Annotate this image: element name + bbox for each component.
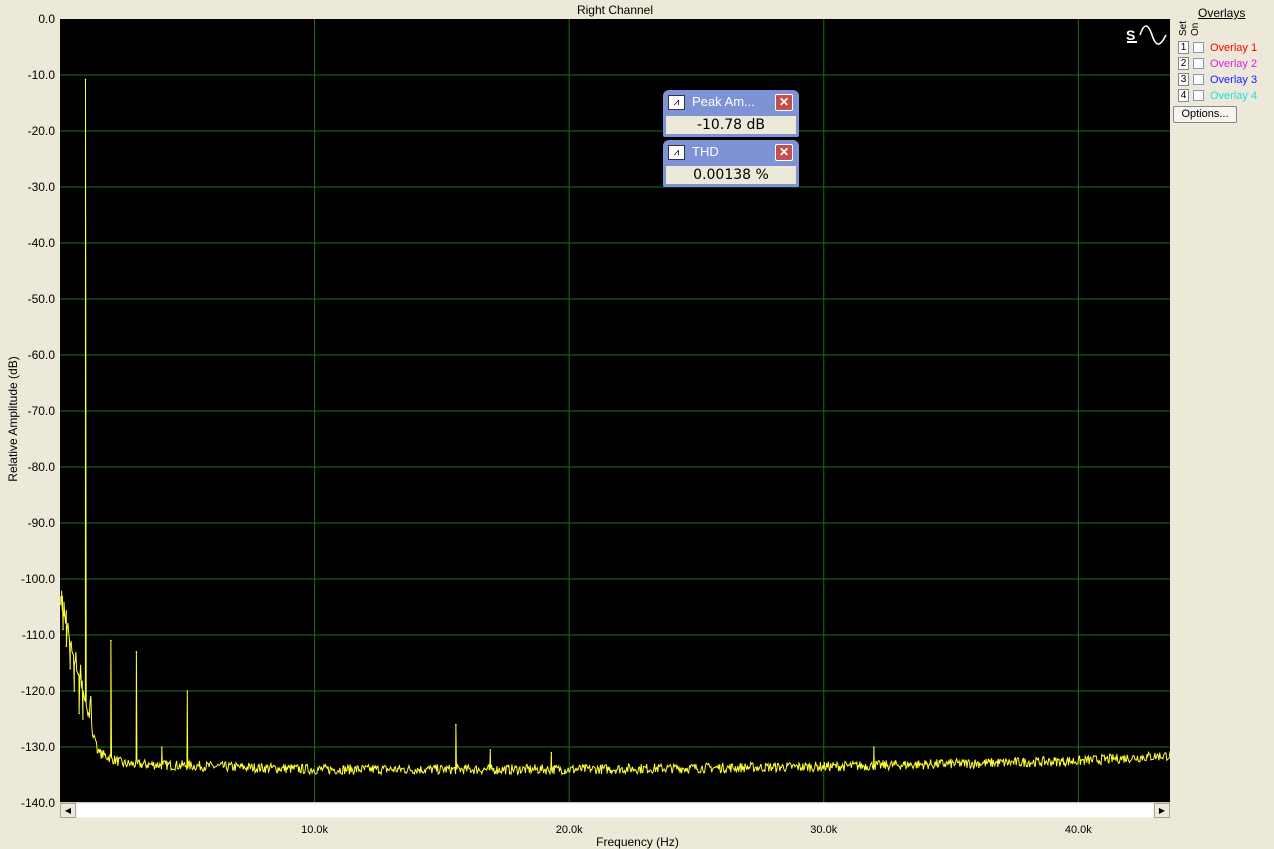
peak-point (60, 600, 63, 603)
thd-meter[interactable]: ⩘ THD ✕ 0.00138 % (663, 140, 799, 187)
peak-point (65, 645, 68, 647)
peak-point (62, 628, 64, 631)
y-tick-label: -100.0 (21, 572, 55, 586)
svg-text:S: S (1126, 27, 1135, 43)
peak-point (69, 667, 71, 670)
peak-point (110, 639, 112, 642)
horizontal-scrollbar[interactable]: ◀ ▶ (60, 802, 1170, 818)
overlay-row-4: 4 Overlay 4 (1178, 89, 1268, 103)
peak-point (78, 712, 80, 715)
y-tick-label: -80.0 (28, 460, 56, 474)
y-tick-labels: 0.0 -10.0 -20.0 -30.0 -40.0 -50.0 -60.0 -70.0 -8… (21, 12, 55, 810)
overlay-label: Overlay 3 (1210, 74, 1258, 86)
x-tick-label: 20.0k (556, 824, 583, 836)
overlay-label: Overlay 4 (1210, 90, 1258, 102)
overlay-on-checkbox[interactable] (1193, 42, 1204, 53)
x-tick-labels: 10.0k 20.0k 30.0k 40.0k (301, 824, 1092, 836)
peak-point (84, 78, 87, 81)
overlay-on-checkbox[interactable] (1193, 90, 1204, 101)
scroll-thumb[interactable] (77, 804, 1153, 817)
overlay-label: Overlay 1 (1210, 42, 1258, 54)
close-icon[interactable]: ✕ (775, 94, 793, 111)
overlay-row-1: 1 Overlay 1 (1178, 41, 1268, 55)
y-tick-label: -130.0 (21, 740, 55, 754)
overlay-label: Overlay 2 (1210, 58, 1258, 70)
waveform-icon: ⩘ (668, 145, 685, 160)
y-tick-label: -110.0 (22, 628, 55, 642)
x-tick-label: 10.0k (301, 824, 328, 836)
y-tick-label: -140.0 (21, 796, 55, 810)
y-tick-label: -40.0 (28, 236, 56, 250)
y-tick-label: -90.0 (28, 516, 56, 530)
overlay-row-3: 3 Overlay 3 (1178, 73, 1268, 87)
meter-title: THD (692, 144, 719, 159)
set-column-label: Set (1178, 20, 1189, 36)
overlay-on-checkbox[interactable] (1193, 58, 1204, 69)
overlay-set-button[interactable]: 2 (1178, 57, 1189, 70)
overlays-title: Overlays (1198, 6, 1246, 20)
y-tick-label: -10.0 (28, 68, 56, 82)
spectrum-chart[interactable]: 0.0 -10.0 -20.0 -30.0 -40.0 -50.0 -60.0 -70.0 -8… (0, 0, 1274, 849)
y-tick-label: -30.0 (28, 180, 56, 194)
overlay-set-button[interactable]: 1 (1178, 41, 1189, 54)
y-tick-label: -50.0 (28, 292, 56, 306)
peak-point (161, 746, 163, 748)
peak-point (873, 746, 875, 748)
overlay-set-button[interactable]: 4 (1178, 89, 1189, 102)
overlay-on-checkbox[interactable] (1193, 74, 1204, 85)
meter-value: -10.78 dB (666, 116, 796, 134)
peak-point (73, 690, 76, 692)
overlay-set-button[interactable]: 3 (1178, 73, 1189, 86)
peak-amplitude-meter[interactable]: ⩘ Peak Am... ✕ -10.78 dB (663, 90, 799, 137)
peak-point (550, 751, 553, 754)
x-tick-label: 40.0k (1065, 824, 1092, 836)
peak-point (135, 651, 138, 653)
peak-point (186, 690, 189, 692)
peak-point (489, 749, 492, 751)
x-tick-label: 30.0k (810, 824, 837, 836)
options-button[interactable]: Options... (1173, 106, 1237, 123)
peak-point (82, 718, 84, 720)
sine-wave-icon[interactable]: S (1126, 23, 1168, 47)
scroll-right-button[interactable]: ▶ (1154, 803, 1170, 818)
peak-point (455, 723, 457, 726)
close-icon[interactable]: ✕ (775, 144, 793, 161)
overlay-row-2: 2 Overlay 2 (1178, 57, 1268, 71)
meter-title: Peak Am... (692, 94, 755, 109)
y-tick-label: -60.0 (28, 348, 56, 362)
y-tick-label: -70.0 (28, 404, 56, 418)
meter-value: 0.00138 % (666, 166, 796, 184)
on-column-label: On (1190, 22, 1201, 36)
y-tick-label: -120.0 (21, 684, 55, 698)
y-tick-label: -20.0 (28, 124, 56, 138)
y-tick-label: 0.0 (38, 12, 55, 26)
waveform-icon: ⩘ (668, 95, 685, 110)
scroll-left-button[interactable]: ◀ (60, 803, 76, 818)
